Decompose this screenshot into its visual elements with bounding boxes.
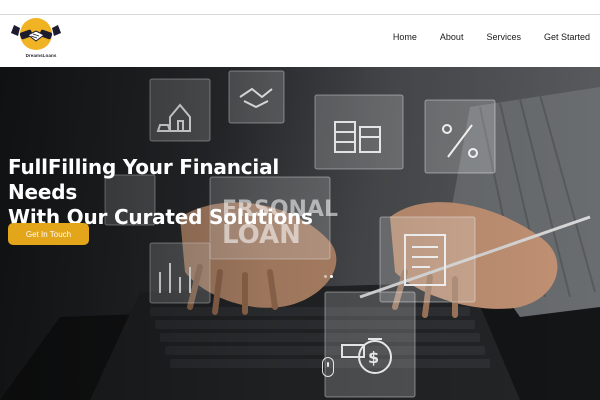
get-in-touch-button[interactable]: Get In Touch [8,223,89,245]
brand-logo[interactable]: DreamsLoans [6,15,64,65]
scroll-down-icon[interactable] [322,357,334,377]
hero-title-line-1: FullFilling Your Financial Needs [8,155,280,204]
navbar: DreamsLoans Home About Services Get Star… [0,15,600,67]
hero-title: FullFilling Your Financial Needs With Ou… [8,155,338,230]
slider-dot-2[interactable] [330,275,333,278]
nav-item-home[interactable]: Home [393,32,417,42]
brand-name: DreamsLoans [25,53,57,58]
hero-section: $ ERSONAL LOAN FullFilling Your Financia… [0,67,600,400]
slider-dots [324,275,333,278]
nav-item-get-started[interactable]: Get Started [544,32,590,42]
nav-item-services[interactable]: Services [486,32,521,42]
main-nav: Home About Services Get Started [370,32,590,42]
nav-item-about[interactable]: About [440,32,464,42]
slider-dot-1[interactable] [324,275,327,278]
